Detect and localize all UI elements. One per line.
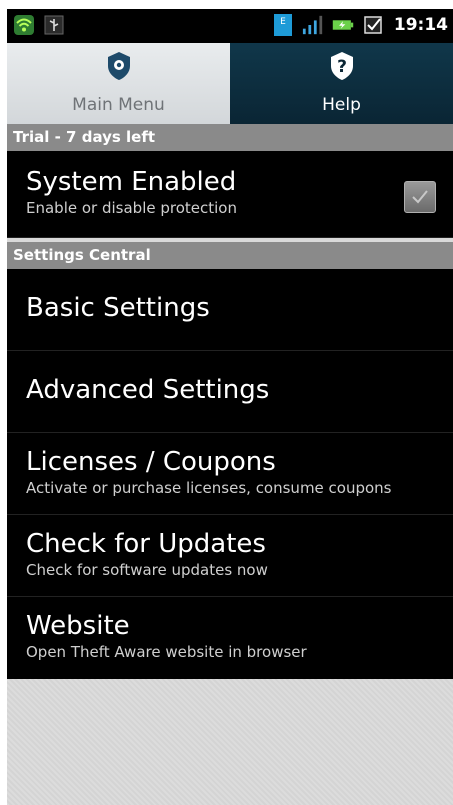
settings-central-header: Settings Central [7, 242, 453, 269]
usb-icon [43, 13, 65, 37]
menu-item-licenses-coupons[interactable]: Licenses / Coupons Activate or purchase … [7, 433, 453, 515]
checkbox-notification-icon [362, 13, 384, 37]
tab-label: Help [322, 95, 361, 115]
edge-data-icon: E [272, 13, 294, 37]
trial-section-header: Trial - 7 days left [7, 124, 453, 151]
signal-icon [302, 13, 324, 37]
menu-item-title: Advanced Settings [26, 375, 270, 405]
menu-item-title: Licenses / Coupons [26, 447, 276, 477]
tab-main-menu[interactable]: Main Menu [7, 43, 230, 124]
check-icon [412, 190, 428, 204]
system-enabled-checkbox[interactable] [404, 181, 436, 213]
menu-item-title: Basic Settings [26, 293, 210, 323]
question-icon: ? [329, 51, 355, 85]
menu-item-basic-settings[interactable]: Basic Settings [7, 269, 453, 351]
menu-item-advanced-settings[interactable]: Advanced Settings [7, 351, 453, 433]
system-enabled-subtitle: Enable or disable protection [26, 199, 237, 217]
tab-bar: Main Menu ? Help [7, 43, 453, 124]
menu-item-subtitle: Open Theft Aware website in browser [26, 643, 307, 661]
app-screen: E 19:14 Main Menu ? Help Trial - 7 days … [7, 9, 453, 805]
empty-background [7, 679, 453, 805]
tab-label: Main Menu [72, 95, 165, 115]
menu-item-subtitle: Check for software updates now [26, 561, 268, 579]
battery-charging-icon [332, 13, 354, 37]
wifi-app-icon [13, 13, 35, 37]
svg-text:?: ? [337, 57, 347, 77]
menu-item-title: Check for Updates [26, 529, 266, 559]
tab-help[interactable]: ? Help [230, 43, 453, 124]
menu-item-check-updates[interactable]: Check for Updates Check for software upd… [7, 515, 453, 597]
status-bar: E 19:14 [7, 9, 453, 43]
shield-gear-icon [106, 51, 132, 85]
menu-item-website[interactable]: Website Open Theft Aware website in brow… [7, 597, 453, 679]
menu-item-title: Website [26, 611, 130, 641]
menu-item-subtitle: Activate or purchase licenses, consume c… [26, 479, 392, 497]
clock: 19:14 [393, 15, 448, 35]
system-enabled-row[interactable]: System Enabled Enable or disable protect… [7, 151, 453, 238]
svg-text:E: E [280, 17, 286, 27]
system-enabled-title: System Enabled [26, 167, 237, 197]
